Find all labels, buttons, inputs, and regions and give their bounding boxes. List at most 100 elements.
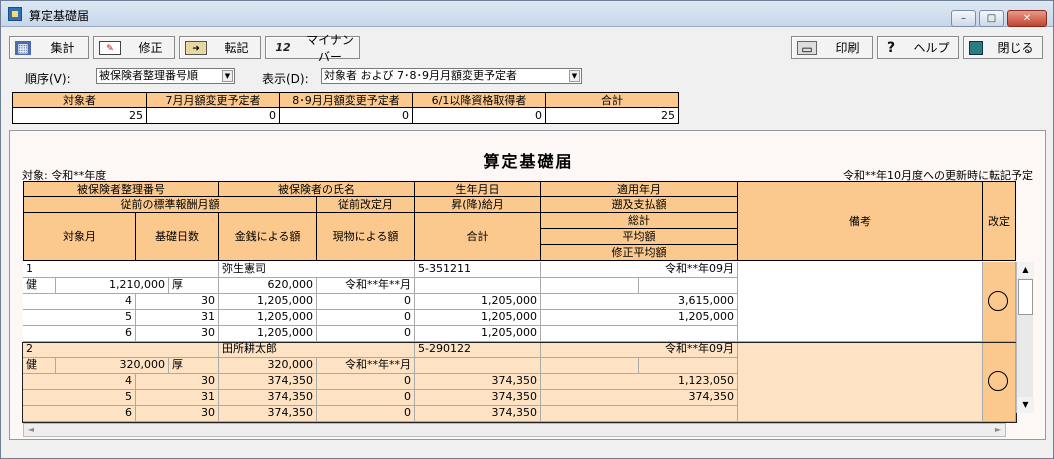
edit-icon: ✎ bbox=[99, 40, 121, 55]
row-kind[interactable]: 0 bbox=[317, 310, 415, 326]
print-button[interactable]: ▭ 印刷 bbox=[791, 36, 873, 59]
order-value: 被保険者整理番号順 bbox=[99, 69, 198, 82]
close-label: 閉じる bbox=[997, 41, 1034, 55]
help-button[interactable]: ? ヘルプ bbox=[877, 36, 959, 59]
chevron-down-icon[interactable]: ▼ bbox=[222, 70, 233, 82]
report-area: 算定基礎届 対象: 令和**年度 令和**年10月度への更新時に転記予定 被保険… bbox=[9, 130, 1046, 440]
horizontal-scrollbar[interactable]: ◄ ► bbox=[23, 423, 1006, 437]
summary-header: 合計 bbox=[546, 92, 679, 108]
record-revise-cell[interactable] bbox=[983, 262, 1016, 342]
header-days: 基礎日数 bbox=[136, 213, 219, 261]
record-retro-a[interactable] bbox=[541, 278, 639, 294]
print-label: 印刷 bbox=[835, 41, 860, 55]
header-mod-avg: 修正平均額 bbox=[541, 245, 738, 261]
row-money[interactable]: 1,205,000 bbox=[219, 310, 317, 326]
record-remarks[interactable] bbox=[738, 262, 983, 342]
transfer-icon: ➜ bbox=[185, 40, 207, 55]
minimize-button[interactable]: – bbox=[951, 10, 976, 27]
record-raise[interactable] bbox=[415, 278, 541, 294]
calc-label: 集計 bbox=[50, 41, 75, 55]
header-sum: 総計 bbox=[541, 213, 738, 229]
summary-header: 7月月額変更予定者 bbox=[147, 92, 280, 108]
header-money: 金銭による額 bbox=[219, 213, 317, 261]
close-window-button[interactable]: ✕ bbox=[1007, 10, 1047, 27]
mynumber-icon: 12 bbox=[275, 40, 291, 54]
record-name[interactable]: 弥生憲司 bbox=[219, 262, 415, 278]
row-month[interactable]: 6 bbox=[23, 326, 136, 342]
mynumber-button[interactable]: 12 マイナンバー bbox=[265, 33, 360, 64]
row-kind[interactable]: 0 bbox=[317, 294, 415, 310]
row-money[interactable]: 1,205,000 bbox=[219, 294, 317, 310]
maximize-button[interactable]: □ bbox=[979, 10, 1004, 27]
order-select[interactable]: 被保険者整理番号順 ▼ bbox=[96, 68, 235, 84]
edit-button[interactable]: ✎ 修正 bbox=[93, 36, 175, 59]
scroll-up-icon[interactable]: ▲ bbox=[1017, 262, 1034, 278]
row-days[interactable]: 31 bbox=[136, 310, 219, 326]
record-applied[interactable]: 令和**年09月 bbox=[541, 262, 738, 278]
row-total[interactable]: 1,205,000 bbox=[415, 294, 541, 310]
help-icon: ? bbox=[886, 39, 896, 56]
scroll-left-icon[interactable]: ◄ bbox=[24, 424, 38, 436]
record-no[interactable]: 1 bbox=[23, 262, 219, 278]
calculator-icon: ▦ bbox=[15, 40, 31, 55]
row-kind[interactable]: 0 bbox=[317, 326, 415, 342]
door-icon bbox=[969, 40, 983, 55]
row-sum[interactable] bbox=[541, 326, 738, 342]
row-month[interactable]: 5 bbox=[23, 310, 136, 326]
header-prev-revision: 従前改定月 bbox=[317, 197, 415, 213]
transfer-label: 転記 bbox=[224, 41, 249, 55]
header-remarks: 備考 bbox=[738, 181, 983, 261]
row-total[interactable]: 1,205,000 bbox=[415, 326, 541, 342]
app-icon bbox=[8, 7, 22, 21]
header-retro: 遡及支払額 bbox=[541, 197, 738, 213]
app-window: 算定基礎届 – □ ✕ ▦ 集計 ✎ 修正 ➜ 転記 12 マイナンバー ▭ 印… bbox=[0, 0, 1054, 459]
record-kou-amount[interactable]: 620,000 bbox=[219, 278, 317, 294]
summary-value: 0 bbox=[413, 108, 546, 124]
display-select[interactable]: 対象者 および 7･8･9月月額変更予定者 ▼ bbox=[321, 68, 582, 84]
summary-header: 8･9月月額変更予定者 bbox=[280, 92, 413, 108]
summary-value: 25 bbox=[546, 108, 679, 124]
record-ken-label[interactable]: 健 bbox=[23, 278, 56, 294]
header-total: 合計 bbox=[415, 213, 541, 261]
vertical-scrollbar[interactable]: ▲ ▼ bbox=[1016, 262, 1034, 413]
calc-button[interactable]: ▦ 集計 bbox=[9, 36, 89, 59]
display-label: 表示(D): bbox=[262, 72, 309, 86]
record-birth[interactable]: 5-351211 bbox=[415, 262, 541, 278]
summary-value: 0 bbox=[147, 108, 280, 124]
window-title: 算定基礎届 bbox=[29, 9, 90, 23]
mynumber-label: マイナンバー bbox=[306, 32, 354, 64]
row-month[interactable]: 4 bbox=[23, 294, 136, 310]
row-money[interactable]: 1,205,000 bbox=[219, 326, 317, 342]
header-applied: 適用年月 bbox=[541, 181, 738, 197]
row-sum[interactable]: 3,615,000 bbox=[541, 294, 738, 310]
scroll-thumb[interactable] bbox=[1018, 279, 1033, 315]
row-total[interactable]: 1,205,000 bbox=[415, 310, 541, 326]
header-revise: 改定 bbox=[983, 181, 1016, 261]
scroll-right-icon[interactable]: ► bbox=[991, 424, 1005, 436]
record-kou-label[interactable]: 厚 bbox=[169, 278, 219, 294]
transfer-button[interactable]: ➜ 転記 bbox=[179, 36, 261, 59]
header-month: 対象月 bbox=[23, 213, 136, 261]
header-insured-name: 被保険者の氏名 bbox=[219, 181, 415, 197]
header-raise: 昇(降)給月 bbox=[415, 197, 541, 213]
revise-circle-icon bbox=[988, 291, 1008, 311]
record-prev-revision[interactable]: 令和**年**月 bbox=[317, 278, 415, 294]
row-days[interactable]: 30 bbox=[136, 326, 219, 342]
selected-record-outline bbox=[22, 342, 1017, 423]
record-ken-amount[interactable]: 1,210,000 bbox=[56, 278, 169, 294]
record-retro-b[interactable] bbox=[639, 278, 738, 294]
summary-value: 0 bbox=[280, 108, 413, 124]
header-birth: 生年月日 bbox=[415, 181, 541, 197]
header-prev-monthly: 従前の標準報酬月額 bbox=[23, 197, 317, 213]
row-sum[interactable]: 1,205,000 bbox=[541, 310, 738, 326]
scroll-down-icon[interactable]: ▼ bbox=[1017, 397, 1034, 413]
header-kind: 現物による額 bbox=[317, 213, 415, 261]
chevron-down-icon[interactable]: ▼ bbox=[569, 70, 580, 82]
order-label: 順序(V): bbox=[25, 72, 71, 86]
summary-value: 25 bbox=[12, 108, 147, 124]
close-button[interactable]: 閉じる bbox=[963, 36, 1043, 59]
edit-label: 修正 bbox=[138, 41, 163, 55]
row-days[interactable]: 30 bbox=[136, 294, 219, 310]
title-bar: 算定基礎届 – □ ✕ bbox=[1, 1, 1053, 27]
printer-icon: ▭ bbox=[797, 40, 817, 56]
